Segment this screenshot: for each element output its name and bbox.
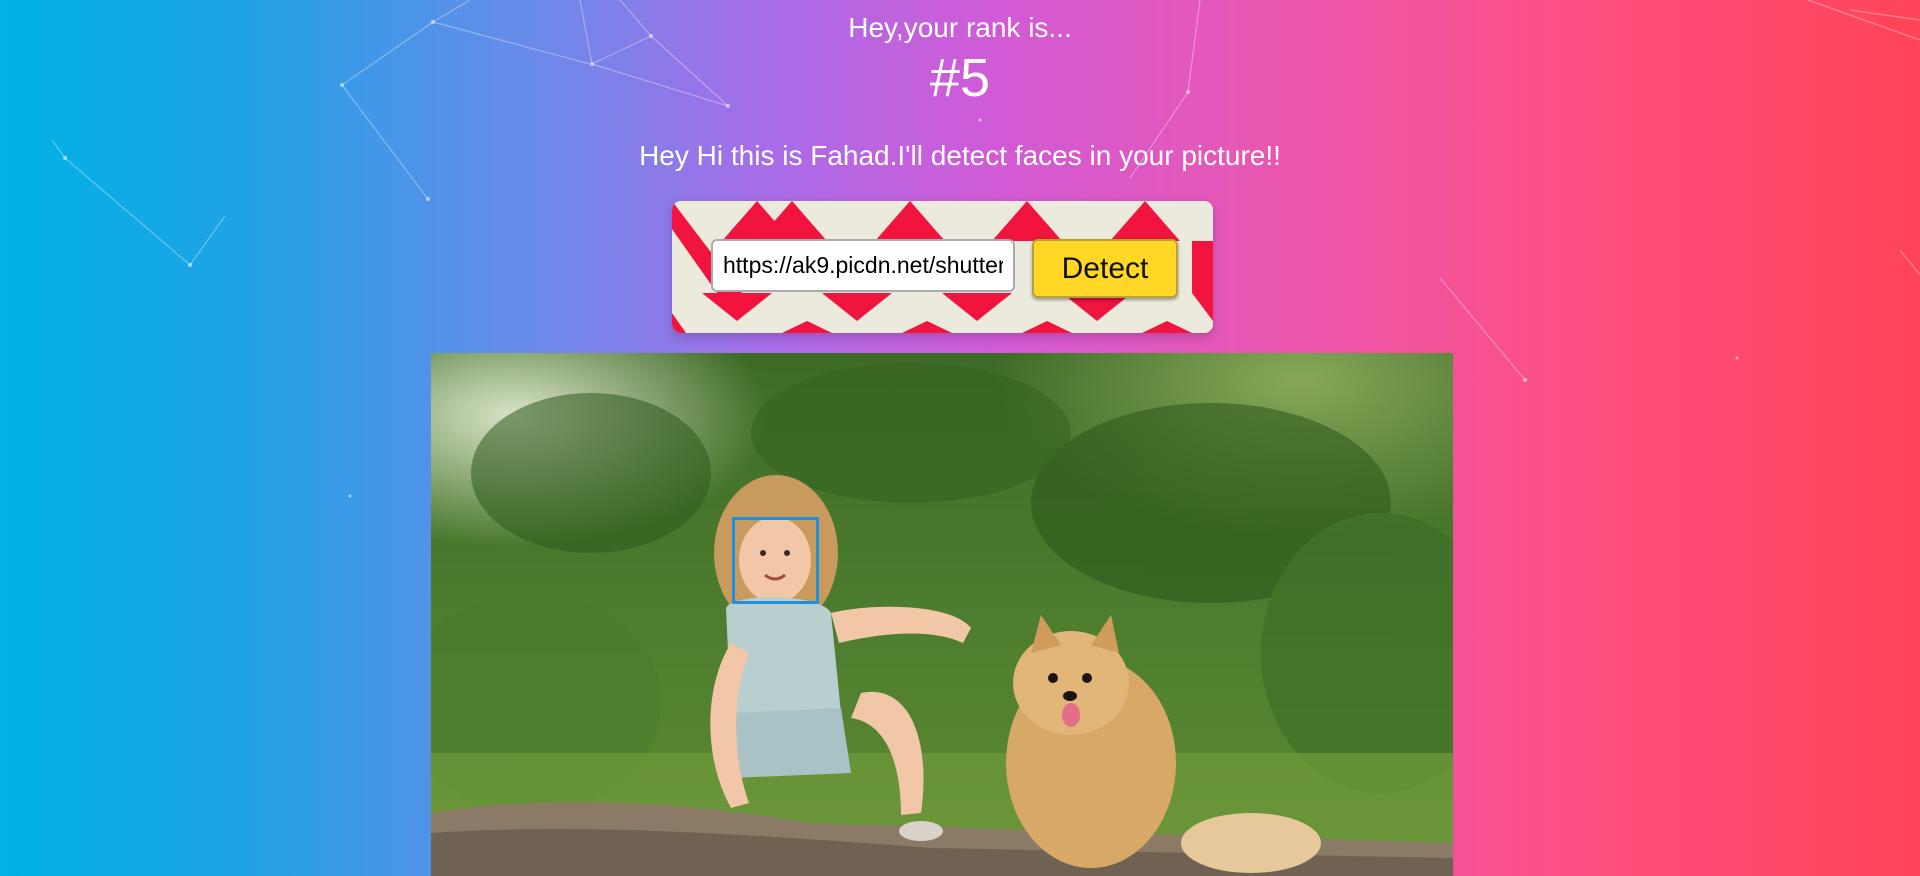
girl-and-dog-photo — [431, 353, 1453, 876]
face-bounding-box — [732, 517, 819, 604]
image-url-input[interactable] — [711, 239, 1015, 292]
rank-value: #5 — [929, 48, 991, 108]
image-url-form: Detect — [672, 201, 1213, 333]
rank-heading: Hey,your rank is... — [848, 12, 1072, 43]
intro-text: Hey Hi this is Fahad.I'll detect faces i… — [639, 140, 1281, 171]
detect-button[interactable]: Detect — [1032, 239, 1178, 298]
result-photo — [431, 353, 1453, 876]
